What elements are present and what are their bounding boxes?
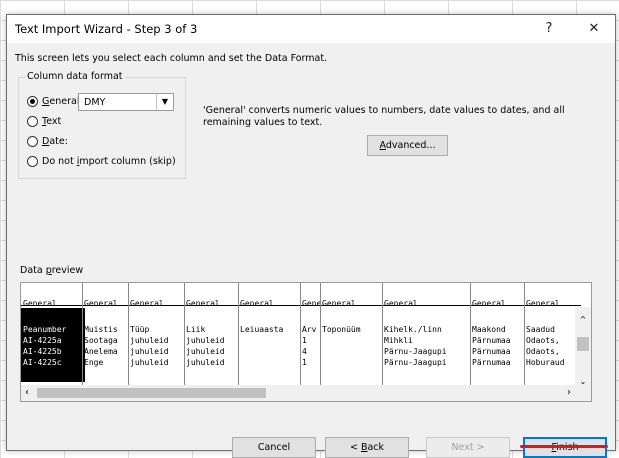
preview-column-header[interactable]: General	[186, 299, 238, 308]
preview-cell: juhuleid	[186, 347, 225, 356]
preview-column-header[interactable]: General	[472, 299, 524, 308]
radio-text-label: Text	[42, 115, 62, 127]
scroll-left-icon[interactable]: ‹	[25, 387, 29, 398]
chevron-down-icon: ▼	[156, 94, 173, 110]
radio-general-label: General	[42, 95, 80, 107]
scroll-right-icon[interactable]: ›	[567, 387, 571, 398]
radio-general[interactable]: General	[27, 94, 79, 108]
preview-column-header[interactable]: General	[23, 299, 82, 308]
radio-text-indicator	[27, 115, 38, 127]
preview-cell: Pärnu-Jaagupi	[384, 347, 447, 356]
preview-cell: Pärnumaa	[472, 336, 511, 345]
preview-cell: AI-4225b	[23, 347, 62, 356]
radio-general-indicator	[27, 95, 38, 107]
preview-cell: Liik	[186, 325, 206, 334]
title-bar: Text Import Wizard - Step 3 of 3 ? ✕	[7, 15, 615, 43]
preview-cell: Enge	[84, 358, 104, 367]
preview-cell: juhuleid	[130, 358, 169, 367]
radio-date-indicator	[27, 135, 38, 147]
preview-cell: Odaots,	[526, 347, 560, 356]
radio-skip[interactable]: Do not import column (skip)	[27, 154, 176, 168]
preview-column-header[interactable]: General	[240, 299, 300, 308]
preview-cell: Pärnumaa	[472, 358, 511, 367]
preview-cell: juhuleid	[130, 347, 169, 356]
preview-cell: Peanumber	[23, 325, 67, 334]
preview-cell: AI-4225a	[23, 336, 62, 345]
preview-cell: 1	[302, 358, 307, 367]
vertical-scrollbar[interactable]: ^ ⌄	[575, 307, 591, 387]
text-import-wizard-dialog: Text Import Wizard - Step 3 of 3 ? ✕ Thi…	[6, 14, 616, 458]
preview-column-header[interactable]: General	[302, 299, 320, 308]
radio-date-label: Date:	[42, 135, 68, 147]
preview-cell: Odaots,	[526, 336, 560, 345]
preview-cell: Pärnumaa	[472, 347, 511, 356]
dialog-title: Text Import Wizard - Step 3 of 3	[15, 22, 198, 36]
preview-cell: Toponüüm	[322, 325, 361, 334]
preview-cell: Hoburaud	[526, 358, 565, 367]
preview-cell: Anelema	[84, 347, 118, 356]
preview-cell: Saadud	[526, 325, 555, 334]
preview-cell: Pärnu-Jaagupi	[384, 358, 447, 367]
intro-text: This screen lets you select each column …	[15, 53, 328, 64]
date-format-select[interactable]: DMY ▼	[78, 93, 174, 111]
preview-cell: Muistis	[84, 325, 118, 334]
preview-column-header[interactable]: General	[130, 299, 184, 308]
help-button[interactable]: ?	[535, 19, 563, 39]
preview-cell: Arv	[302, 325, 317, 334]
preview-cell: juhuleid	[186, 336, 225, 345]
preview-cell: Maakond	[472, 325, 506, 334]
preview-cell: Tüüp	[130, 325, 150, 334]
preview-cell: juhuleid	[130, 336, 169, 345]
preview-column-header[interactable]: General	[526, 299, 576, 308]
preview-cell: 4	[302, 347, 307, 356]
scroll-up-icon[interactable]: ^	[575, 315, 591, 324]
preview-cell: 1	[302, 336, 307, 345]
radio-skip-label: Do not import column (skip)	[42, 155, 176, 167]
preview-cell: juhuleid	[186, 358, 225, 367]
horizontal-scrollbar[interactable]: ‹ ›	[21, 385, 591, 401]
red-underline-annotation	[520, 445, 608, 448]
preview-column-header[interactable]: General	[84, 299, 128, 308]
preview-column-header[interactable]: General	[322, 299, 382, 308]
data-preview-label: Data preview	[20, 265, 84, 276]
horizontal-scroll-thumb[interactable]	[37, 388, 266, 398]
preview-cell: Mihkli	[384, 336, 413, 345]
radio-text[interactable]: Text	[27, 114, 61, 128]
vertical-scroll-thumb[interactable]	[577, 337, 589, 351]
radio-skip-indicator	[27, 155, 38, 167]
preview-cell: Leiuaasta	[240, 325, 284, 334]
preview-cell: Kihelk./linn	[384, 325, 442, 334]
column-data-format-label: Column data format	[25, 71, 125, 82]
radio-date[interactable]: Date:	[27, 134, 68, 148]
preview-cell: Sootaga	[84, 336, 118, 345]
close-button[interactable]: ✕	[580, 19, 608, 39]
preview-cell: AI-4225c	[23, 358, 62, 367]
date-format-value: DMY	[84, 97, 106, 108]
preview-column-header[interactable]: General	[384, 299, 470, 308]
format-description: 'General' converts numeric values to num…	[203, 105, 565, 128]
advanced-button[interactable]: Advanced...	[367, 135, 448, 156]
data-preview-grid[interactable]: GeneralGeneralGeneralGeneralGeneralGener…	[20, 282, 592, 402]
